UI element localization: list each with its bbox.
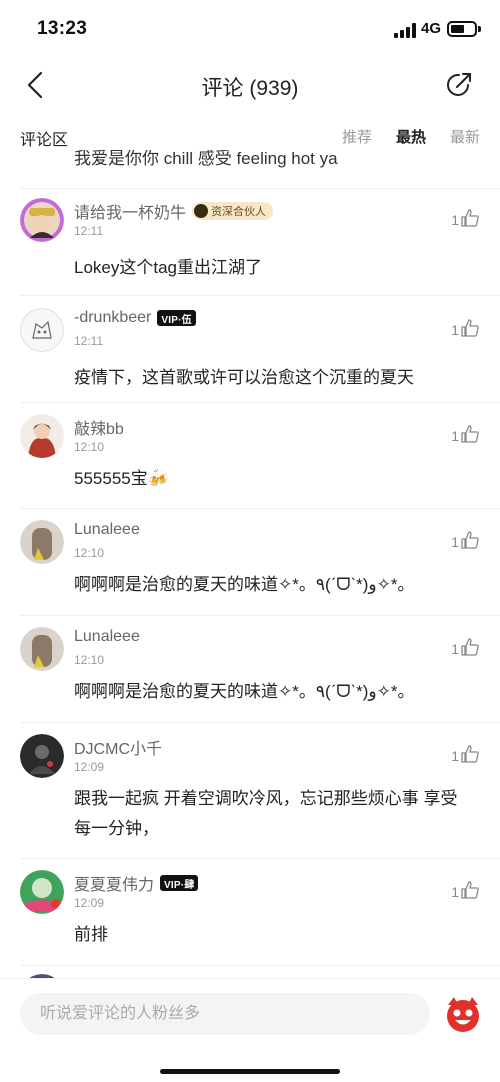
avatar[interactable] — [20, 627, 64, 671]
comment-time: 12:09 — [74, 896, 105, 910]
tab-hottest[interactable]: 最热 — [396, 126, 426, 147]
like-count: 1 — [451, 428, 459, 444]
status-time: 13:23 — [37, 18, 88, 39]
divider — [20, 508, 500, 509]
share-icon[interactable] — [444, 70, 474, 100]
comment-list[interactable]: 我爱是你你 chill 感受 feeling hot ya 请给我一杯奶牛 资深… — [0, 150, 500, 978]
vip-badge: VIP·伍 — [157, 310, 196, 326]
section-label: 评论区 — [20, 132, 69, 149]
comment-time: 12:11 — [74, 224, 104, 238]
avatar[interactable] — [20, 198, 64, 242]
like-button[interactable]: 1 — [451, 880, 480, 900]
like-button[interactable]: 1 — [451, 318, 480, 338]
comment-text: 疫情下，这首歌或许可以治愈这个沉重的夏天 — [74, 368, 414, 387]
vip-badge: VIP·肆 — [160, 875, 199, 891]
comment-text: 跟我一起疯 开着空调吹冷风，忘记那些烦心事 享受每一分钟， — [74, 789, 458, 838]
comment-time: 12:10 — [74, 653, 105, 667]
comment-input-bar: 听说爱评论的人粉丝多 — [0, 978, 500, 1082]
avatar[interactable] — [20, 414, 64, 458]
divider — [20, 858, 500, 859]
thumbs-up-icon — [461, 319, 479, 337]
like-count: 1 — [451, 884, 459, 900]
thumbs-up-icon — [461, 638, 479, 656]
divider — [20, 402, 500, 403]
emoji-icon[interactable] — [440, 991, 486, 1037]
comment-text: 啊啊啊是治愈的夏天的味道✧*。٩(ˊᗜˋ*)و✧*。 — [74, 575, 415, 594]
like-button[interactable]: 1 — [451, 637, 480, 657]
like-count: 1 — [451, 641, 459, 657]
avatar[interactable] — [20, 870, 64, 914]
tab-recommended[interactable]: 推荐 — [342, 126, 372, 147]
username[interactable]: 请给我一杯奶牛 — [74, 199, 186, 223]
like-button[interactable]: 1 — [451, 744, 480, 764]
like-count: 1 — [451, 212, 459, 228]
username[interactable]: DJCMC小千 — [74, 735, 162, 759]
partner-badge: 资深合伙人 — [192, 202, 274, 220]
username[interactable]: Lunaleee — [74, 521, 140, 539]
divider — [20, 615, 500, 616]
sort-tabs: 推荐 最热 最新 — [342, 126, 480, 147]
status-bar: 13:23 4G — [0, 0, 500, 56]
comment-text: 555555宝🍻 — [74, 469, 169, 488]
comment-time: 12:11 — [74, 334, 104, 348]
username[interactable]: -drunkbeer — [74, 309, 151, 327]
divider — [20, 722, 500, 723]
divider — [20, 188, 500, 189]
avatar[interactable] — [20, 308, 64, 352]
avatar[interactable] — [20, 520, 64, 564]
signal-icon — [394, 22, 418, 38]
home-indicator — [160, 1069, 340, 1074]
like-button[interactable]: 1 — [451, 424, 480, 444]
comment-tabs-row: 评论区 推荐 最热 最新 — [0, 118, 500, 154]
comment-text: 啊啊啊是治愈的夏天的味道✧*。٩(ˊᗜˋ*)و✧*。 — [74, 682, 415, 701]
like-count: 1 — [451, 322, 459, 338]
thumbs-up-icon — [461, 745, 479, 763]
like-button[interactable]: 1 — [451, 530, 480, 550]
battery-icon — [447, 21, 477, 37]
username[interactable]: 敲辣bb — [74, 415, 124, 439]
divider — [20, 965, 500, 966]
tab-latest[interactable]: 最新 — [450, 126, 480, 147]
network-label: 4G — [421, 20, 442, 37]
comment-text: Lokey这个tag重出江湖了 — [74, 258, 262, 277]
divider — [20, 295, 500, 296]
like-count: 1 — [451, 748, 459, 764]
thumbs-up-icon — [461, 425, 479, 443]
comment-time: 12:09 — [74, 760, 105, 774]
comment-text: 前排 — [74, 925, 108, 944]
thumbs-up-icon — [461, 881, 479, 899]
comment-time: 12:10 — [74, 440, 105, 454]
thumbs-up-icon — [461, 531, 479, 549]
comment-time: 12:10 — [74, 546, 105, 560]
comment-input[interactable]: 听说爱评论的人粉丝多 — [20, 993, 430, 1035]
username[interactable]: Lunaleee — [74, 628, 140, 646]
clipped-comment-text: 我爱是你你 chill 感受 feeling hot ya — [74, 150, 338, 168]
like-button[interactable]: 1 — [451, 208, 480, 228]
page-title: 评论 (939) — [201, 77, 299, 100]
thumbs-up-icon — [461, 209, 479, 227]
avatar[interactable] — [20, 734, 64, 778]
like-count: 1 — [451, 534, 459, 550]
username[interactable]: 夏夏夏伟力 — [74, 871, 154, 895]
nav-bar: 评论 (939) — [0, 56, 500, 116]
